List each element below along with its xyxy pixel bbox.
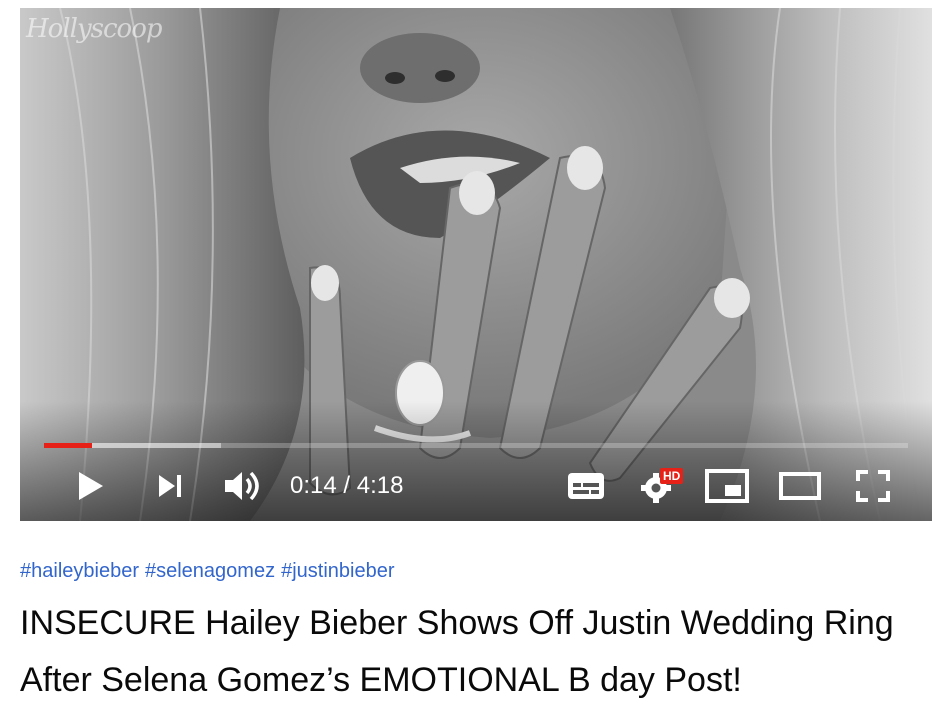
fullscreen-icon — [856, 470, 890, 502]
time-display: 0:14 / 4:18 — [290, 472, 403, 500]
miniplayer-icon — [705, 469, 749, 503]
theater-mode-button[interactable] — [776, 466, 824, 506]
next-button[interactable] — [148, 466, 192, 506]
video-player[interactable]: Hollyscoop 0:14 / 4:18 HD — [20, 8, 932, 521]
current-time: 0:14 — [290, 472, 337, 499]
progress-played — [44, 443, 93, 448]
play-button[interactable] — [68, 466, 112, 506]
volume-button[interactable] — [220, 466, 266, 506]
player-controls: 0:14 / 4:18 HD — [20, 460, 932, 516]
video-title-line-2: After Selena Gomez’s EMOTIONAL B day Pos… — [20, 661, 742, 699]
fullscreen-button[interactable] — [850, 466, 896, 506]
subtitles-icon — [568, 473, 604, 499]
play-icon — [79, 472, 103, 500]
video-title-line-1: INSECURE Hailey Bieber Shows Off Justin … — [20, 604, 894, 642]
miniplayer-button[interactable] — [704, 466, 750, 506]
subtitles-button[interactable] — [564, 466, 608, 506]
hashtag-link[interactable]: #selenagomez — [145, 560, 275, 582]
settings-button[interactable]: HD — [636, 466, 684, 506]
duration: 4:18 — [356, 472, 404, 499]
video-title: INSECURE Hailey Bieber Shows Off Justin … — [20, 595, 932, 709]
next-icon — [159, 475, 181, 497]
hashtags: #haileybieber #selenagomez #justinbieber — [20, 560, 932, 583]
volume-icon — [225, 471, 259, 501]
time-separator: / — [336, 472, 357, 499]
channel-watermark: Hollyscoop — [26, 14, 163, 44]
hashtag-link[interactable]: #justinbieber — [281, 560, 394, 582]
video-info: #haileybieber #selenagomez #justinbieber I… — [20, 560, 932, 709]
hd-badge: HD — [660, 468, 684, 484]
hashtag-link[interactable]: #haileybieber — [20, 560, 139, 582]
progress-bar[interactable] — [44, 443, 908, 448]
theater-mode-icon — [779, 472, 821, 500]
